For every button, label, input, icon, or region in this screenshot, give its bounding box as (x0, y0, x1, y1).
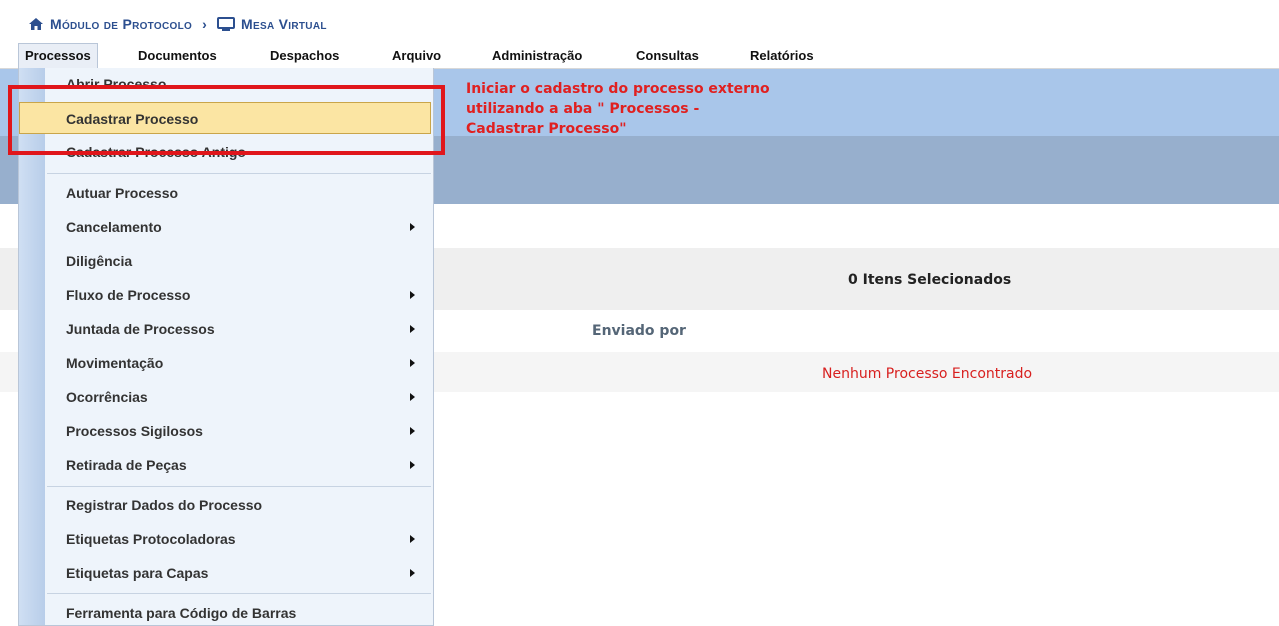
breadcrumb-separator: › (202, 16, 208, 32)
menu-item-label: Cadastrar Processo (66, 111, 199, 127)
menu-item-ferramenta-codigo-de-barras[interactable]: Ferramenta para Código de Barras (45, 596, 432, 625)
empty-message: Nenhum Processo Encontrado (822, 366, 1033, 382)
menu-administracao[interactable]: Administração (492, 44, 582, 68)
submenu-arrow-icon (410, 325, 415, 333)
annotation-line: utilizando a aba " Processos - (466, 101, 700, 117)
selected-count: 0 Itens Selecionados (848, 272, 1012, 288)
menu-item-label: Fluxo de Processo (66, 287, 191, 303)
menu-arquivo[interactable]: Arquivo (392, 44, 441, 68)
menu-separator (47, 486, 431, 487)
breadcrumb-module-link[interactable]: Módulo de Protocolo (50, 16, 192, 32)
menu-item-fluxo-de-processo[interactable]: Fluxo de Processo (45, 278, 432, 312)
menu-item-retirada-de-pecas[interactable]: Retirada de Peças (45, 448, 432, 482)
submenu-arrow-icon (410, 393, 415, 401)
menu-item-movimentacao[interactable]: Movimentação (45, 346, 432, 380)
menu-documentos[interactable]: Documentos (138, 44, 217, 68)
menu-item-cancelamento[interactable]: Cancelamento (45, 210, 432, 244)
menu-processos[interactable]: Processos (18, 43, 98, 69)
menu-item-cadastrar-processo[interactable]: Cadastrar Processo (19, 102, 432, 136)
menu-consultas[interactable]: Consultas (636, 44, 699, 68)
menu-despachos[interactable]: Despachos (270, 44, 339, 68)
menu-item-label: Cadastrar Processo Antigo (66, 144, 246, 160)
menu-item-label: Ferramenta para Código de Barras (66, 605, 297, 621)
menu-item-label: Diligência (66, 253, 133, 269)
menu-item-label: Etiquetas para Capas (66, 565, 209, 581)
menu-item-label: Registrar Dados do Processo (66, 497, 263, 513)
menu-item-label: Ocorrências (66, 389, 148, 405)
submenu-arrow-icon (410, 535, 415, 543)
menu-stripe (19, 68, 45, 625)
menu-item-processos-sigilosos[interactable]: Processos Sigilosos (45, 414, 432, 448)
annotation-line: Iniciar o cadastro do processo externo (466, 81, 770, 97)
submenu-arrow-icon (410, 569, 415, 577)
submenu-arrow-icon (410, 461, 415, 469)
processos-dropdown-menu: Abrir Processo Cadastrar Processo Cadast… (18, 68, 434, 626)
submenu-arrow-icon (410, 359, 415, 367)
menu-item-label: Etiquetas Protocoladoras (66, 531, 236, 547)
menu-item-label: Autuar Processo (66, 185, 179, 201)
menu-separator (47, 173, 431, 174)
submenu-arrow-icon (410, 427, 415, 435)
menu-bar: Processos Documentos Despachos Arquivo A… (0, 43, 1279, 69)
menu-item-label: Processos Sigilosos (66, 423, 203, 439)
home-icon[interactable] (28, 17, 44, 31)
submenu-arrow-icon (410, 223, 415, 231)
annotation-line: Cadastrar Processo" (466, 121, 627, 137)
menu-item-label: Retirada de Peças (66, 457, 187, 473)
menu-item-etiquetas-para-capas[interactable]: Etiquetas para Capas (45, 556, 432, 590)
menu-item-diligencia[interactable]: Diligência (45, 244, 432, 278)
menu-item-registrar-dados-do-processo[interactable]: Registrar Dados do Processo (45, 488, 432, 522)
menu-item-label: Abrir Processo (66, 76, 167, 86)
menu-item-abrir-processo[interactable]: Abrir Processo (45, 68, 432, 86)
menu-item-ocorrencias[interactable]: Ocorrências (45, 380, 432, 414)
breadcrumb-current: Mesa Virtual (241, 16, 327, 32)
monitor-icon (217, 16, 236, 32)
menu-item-label: Movimentação (66, 355, 164, 371)
annotation-note: Iniciar o cadastro do processo externo u… (466, 79, 826, 139)
menu-separator (47, 593, 431, 594)
column-header-enviado-por[interactable]: Enviado por (592, 323, 686, 339)
menu-item-etiquetas-protocoladoras[interactable]: Etiquetas Protocoladoras (45, 522, 432, 556)
menu-item-autuar-processo[interactable]: Autuar Processo (45, 176, 432, 210)
menu-item-juntada-de-processos[interactable]: Juntada de Processos (45, 312, 432, 346)
menu-item-label: Cancelamento (66, 219, 162, 235)
menu-relatorios[interactable]: Relatórios (750, 44, 814, 68)
submenu-arrow-icon (410, 291, 415, 299)
breadcrumb: Módulo de Protocolo › Mesa Virtual (28, 12, 327, 36)
menu-item-cadastrar-processo-antigo[interactable]: Cadastrar Processo Antigo (45, 135, 432, 169)
menu-item-label: Juntada de Processos (66, 321, 215, 337)
